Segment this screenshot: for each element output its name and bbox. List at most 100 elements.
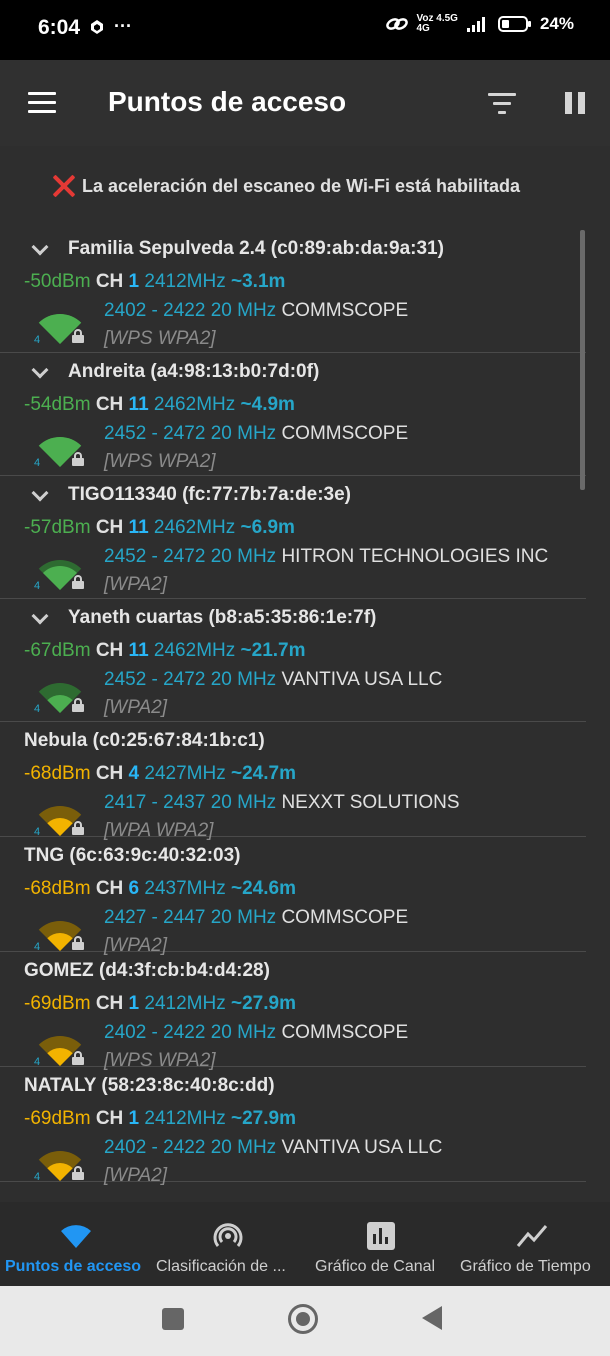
lock-icon	[72, 698, 84, 712]
expand-chevron-icon[interactable]	[32, 487, 48, 503]
ap-range: 2402 - 2422 20 MHz	[104, 1022, 277, 1043]
access-point-item[interactable]: Familia Sepulveda 2.4 (c0:89:ab:da:9a:31…	[0, 230, 586, 353]
nav-label: Gráfico de Canal	[315, 1258, 436, 1275]
ap-security: [WPA2]	[104, 697, 167, 718]
ap-dbm: -54dBm	[24, 394, 91, 415]
lock-icon	[72, 936, 84, 950]
ap-title: Yaneth cuartas (b8:a5:35:86:1e:7f)	[24, 607, 376, 629]
back-button[interactable]	[422, 1306, 442, 1330]
expand-chevron-icon[interactable]	[32, 241, 48, 257]
ap-channel: 1	[128, 1108, 140, 1129]
ap-dbm: -68dBm	[24, 763, 91, 784]
ap-frequency: 2462MHz	[153, 394, 236, 415]
ap-frequency: 2412MHz	[144, 1108, 226, 1129]
ap-distance: ~24.7m	[231, 763, 296, 784]
wifi-signal-icon: 4	[30, 1020, 90, 1072]
recents-button[interactable]	[162, 1308, 184, 1330]
ap-ch-label: CH	[95, 271, 124, 292]
ap-channel: 11	[128, 394, 149, 415]
lock-icon	[72, 821, 84, 835]
ap-distance: ~27.9m	[231, 1108, 296, 1129]
status-bar: 6:04 ··· Voz 4.5G 4G 24%	[0, 0, 610, 60]
ap-title: Familia Sepulveda 2.4 (c0:89:ab:da:9a:31…	[24, 238, 444, 260]
ap-vendor: VANTIVA USA LLC	[281, 669, 443, 690]
app-notification-icon	[91, 19, 103, 34]
ap-range-line: 2452 - 2472 20 MHz HITRON TECHNOLOGIES I…	[104, 546, 548, 568]
nav-access-points[interactable]: Puntos de acceso	[0, 1202, 152, 1286]
wifi-signal-icon: 4	[30, 905, 90, 957]
lock-icon	[72, 452, 84, 466]
ap-ch-label: CH	[95, 394, 124, 415]
close-icon	[52, 174, 76, 198]
ap-signal-line: -69dBm CH 1 2412MHz ~27.9m	[24, 1108, 296, 1130]
ap-range-line: 2452 - 2472 20 MHz VANTIVA USA LLC	[104, 669, 442, 691]
nav-ratings[interactable]: Clasificación de ...	[152, 1202, 308, 1286]
ap-title: Andreita (a4:98:13:b0:7d:0f)	[24, 361, 319, 383]
nav-channel-graph[interactable]: Gráfico de Canal	[308, 1202, 456, 1286]
ap-channel: 11	[128, 517, 149, 538]
ap-frequency: 2462MHz	[153, 640, 236, 661]
ap-signal-line: -57dBm CH 11 2462MHz ~6.9m	[24, 517, 295, 539]
ap-ch-label: CH	[95, 878, 124, 899]
home-button[interactable]	[288, 1304, 318, 1334]
ap-ssid: GOMEZ (d4:3f:cb:b4:d4:28)	[24, 960, 270, 981]
ap-dbm: -67dBm	[24, 640, 91, 661]
warning-text: La aceleración del escaneo de Wi-Fi está…	[82, 175, 520, 196]
scrollbar[interactable]	[580, 230, 585, 490]
expand-chevron-icon[interactable]	[32, 364, 48, 380]
ap-signal-line: -69dBm CH 1 2412MHz ~27.9m	[24, 993, 296, 1015]
access-point-item[interactable]: TIGO113340 (fc:77:7b:7a:de:3e) -57dBm CH…	[0, 476, 586, 599]
lock-icon	[72, 329, 84, 343]
ap-ssid: TNG (6c:63:9c:40:32:03)	[24, 845, 241, 866]
access-point-item[interactable]: TNG (6c:63:9c:40:32:03) -68dBm CH 6 2437…	[0, 837, 586, 956]
ap-frequency: 2412MHz	[144, 271, 226, 292]
wifi-signal-icon: 4	[30, 790, 90, 842]
battery-icon	[497, 16, 531, 32]
ap-dbm: -68dBm	[24, 878, 91, 899]
ap-ssid: NATALY (58:23:8c:40:8c:dd)	[24, 1075, 275, 1096]
ap-distance: ~4.9m	[240, 394, 295, 415]
ap-title: TNG (6c:63:9c:40:32:03)	[24, 845, 240, 867]
ap-title: NATALY (58:23:8c:40:8c:dd)	[24, 1075, 275, 1097]
filter-icon[interactable]	[488, 93, 516, 115]
ap-signal-line: -67dBm CH 11 2462MHz ~21.7m	[24, 640, 306, 662]
ap-ssid: Familia Sepulveda 2.4 (c0:89:ab:da:9a:31…	[68, 238, 444, 259]
access-point-item[interactable]: Yaneth cuartas (b8:a5:35:86:1e:7f) -67dB…	[0, 599, 586, 722]
ap-vendor: VANTIVA USA LLC	[281, 1137, 443, 1158]
nav-label: Puntos de acceso	[5, 1258, 142, 1275]
ap-security: [WPS WPA2]	[104, 328, 216, 349]
ap-ssid: TIGO113340 (fc:77:7b:7a:de:3e)	[68, 484, 352, 505]
ap-security: [WPA2]	[104, 1165, 167, 1186]
expand-chevron-icon[interactable]	[32, 610, 48, 626]
access-points-list-view: La aceleración del escaneo de Wi-Fi está…	[0, 146, 610, 1202]
ap-range: 2417 - 2437 20 MHz	[104, 792, 277, 813]
ap-frequency: 2462MHz	[153, 517, 236, 538]
access-point-item[interactable]: Andreita (a4:98:13:b0:7d:0f) -54dBm CH 1…	[0, 353, 586, 476]
ap-frequency: 2427MHz	[144, 763, 226, 784]
cell-signal-icon	[466, 17, 485, 32]
ap-range: 2427 - 2447 20 MHz	[104, 907, 277, 928]
menu-icon[interactable]	[28, 92, 56, 114]
ap-channel: 11	[128, 640, 149, 661]
ap-channel: 4	[128, 763, 140, 784]
wifi-signal-icon: 4	[30, 667, 90, 719]
broadcast-icon	[213, 1223, 243, 1247]
page-title: Puntos de acceso	[108, 86, 347, 117]
access-point-item[interactable]: Nebula (c0:25:67:84:1b:c1) -68dBm CH 4 2…	[0, 722, 586, 841]
ap-ssid: Nebula (c0:25:67:84:1b:c1)	[24, 730, 265, 751]
ap-ch-label: CH	[95, 993, 124, 1014]
ap-security: [WPA2]	[104, 574, 167, 595]
wifi-signal-icon: 4	[30, 298, 90, 350]
bar-chart-icon	[367, 1222, 395, 1250]
pause-icon[interactable]	[565, 92, 585, 114]
nav-time-graph[interactable]: Gráfico de Tiempo	[456, 1202, 610, 1286]
ap-title: Nebula (c0:25:67:84:1b:c1)	[24, 730, 265, 752]
ap-title: TIGO113340 (fc:77:7b:7a:de:3e)	[24, 484, 351, 506]
ap-signal-line: -54dBm CH 11 2462MHz ~4.9m	[24, 394, 295, 416]
ap-vendor: COMMSCOPE	[281, 1022, 409, 1043]
access-point-item[interactable]: NATALY (58:23:8c:40:8c:dd) -69dBm CH 1 2…	[0, 1067, 586, 1186]
access-point-item[interactable]: GOMEZ (d4:3f:cb:b4:d4:28) -69dBm CH 1 24…	[0, 952, 586, 1071]
access-point-list[interactable]: Familia Sepulveda 2.4 (c0:89:ab:da:9a:31…	[0, 230, 610, 1186]
status-left-icons: ···	[88, 16, 132, 37]
lock-icon	[72, 575, 84, 589]
